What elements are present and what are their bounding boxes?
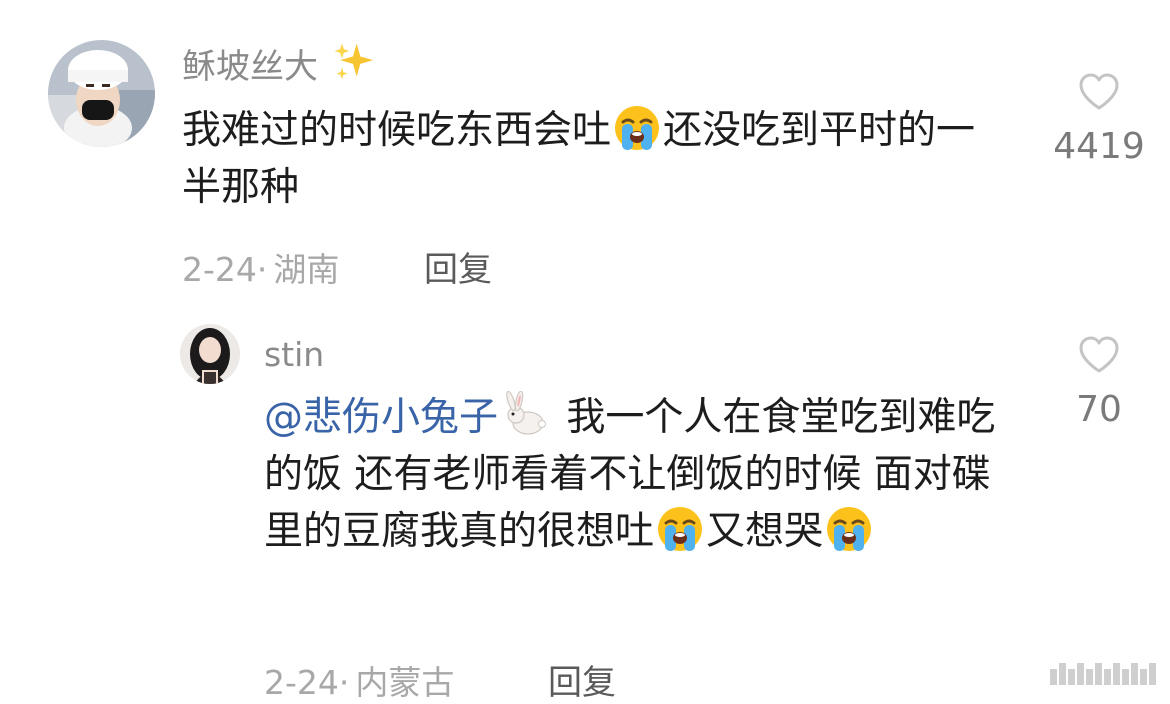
- comment-meta: 2-24· 湖南: [182, 250, 340, 289]
- username[interactable]: 稣坡丝大: [182, 40, 377, 88]
- avatar[interactable]: [48, 40, 155, 147]
- comment-location: 内蒙古: [355, 663, 455, 702]
- comment-date: 2-24: [264, 663, 339, 702]
- comment-meta: 2-24· 内蒙古: [264, 663, 455, 702]
- like-count: 4419: [1053, 126, 1145, 167]
- rabbit-emoji: [498, 391, 554, 440]
- comment-date: 2-24: [182, 250, 257, 289]
- mention-link[interactable]: @悲伤小兔子: [264, 395, 498, 440]
- comment-text: @悲伤小兔子 我一个人在食堂吃到难吃的饭 还有老师看着不让倒饭的时候 面对碟里的…: [264, 389, 1024, 560]
- heart-outline-icon[interactable]: [1078, 72, 1120, 116]
- heart-outline-icon[interactable]: [1078, 335, 1120, 379]
- loudly-crying-face-emoji: [654, 507, 706, 554]
- avatar[interactable]: [180, 324, 240, 384]
- username[interactable]: stin: [264, 335, 324, 375]
- loudly-crying-face-emoji: [823, 507, 875, 554]
- like-count: 70: [1076, 389, 1122, 430]
- comment-text: 我难过的时候吃东西会吐 还没吃到平时的一半那种: [182, 106, 976, 210]
- sparkles-emoji: [329, 43, 377, 87]
- reply-button[interactable]: 回复: [424, 242, 492, 291]
- reply-button[interactable]: 回复: [548, 655, 616, 704]
- watermark-icon: [1050, 663, 1156, 685]
- loudly-crying-face-emoji: [611, 106, 663, 153]
- comment-location: 湖南: [273, 250, 340, 289]
